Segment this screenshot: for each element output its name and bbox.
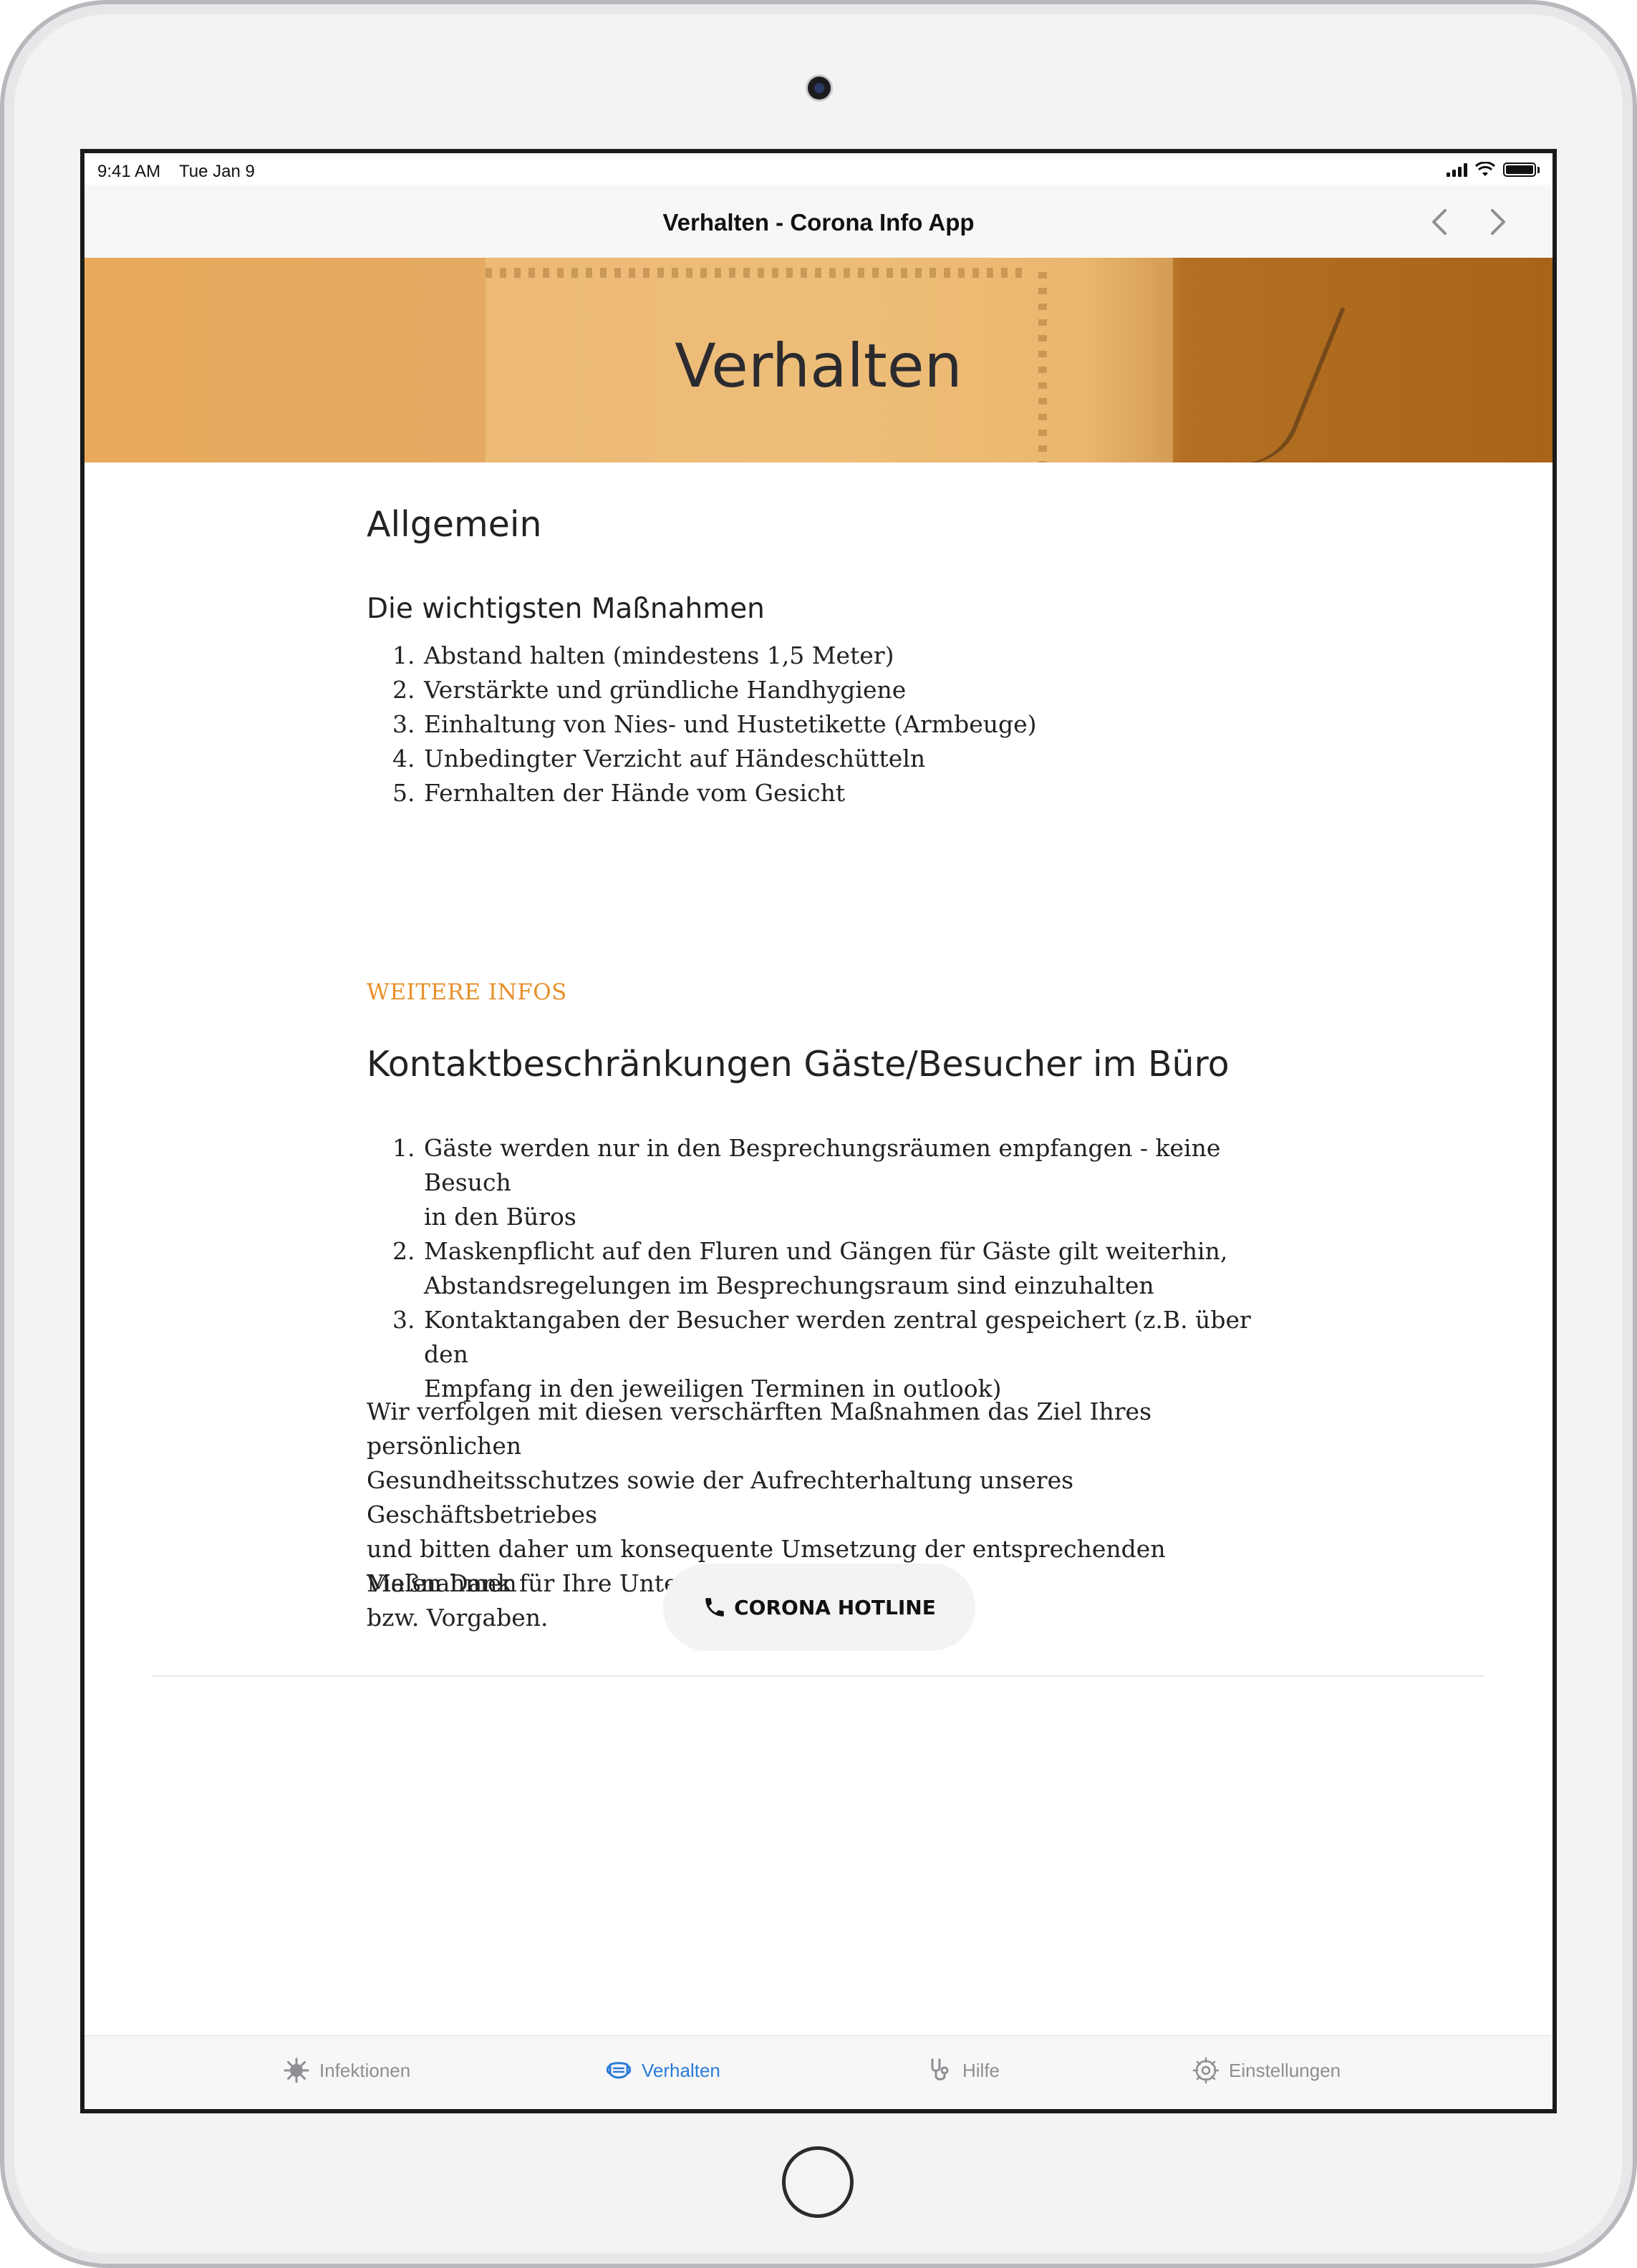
list-item: 1. Gäste werden nur in den Besprechungsrä…	[392, 1134, 1221, 1231]
list-item: 1. Abstand halten (mindestens 1,5 Meter)	[392, 641, 894, 669]
section-subtitle-massnahmen: Die wichtigsten Maßnahmen	[367, 593, 765, 625]
paragraph-line: Wir verfolgen mit diesen verschärften Ma…	[367, 1397, 1152, 1460]
status-indicators	[1447, 162, 1540, 178]
mask-icon	[606, 2062, 632, 2079]
list-item: 3. Einhaltung von Nies- und Hustetikette …	[392, 710, 1037, 738]
tab-verhalten[interactable]: Verhalten	[604, 2056, 720, 2085]
paragraph-line: bzw. Vorgaben.	[367, 1604, 549, 1632]
list-item-text: Abstand halten (mindestens 1,5 Meter)	[424, 641, 894, 669]
list-item-text: Einhaltung von Nies- und Hustetikette (A…	[424, 710, 1037, 738]
battery-icon	[1503, 163, 1536, 177]
tab-label: Hilfe	[962, 2059, 1000, 2081]
hero-mask-stitching	[486, 268, 1030, 278]
tab-label: Verhalten	[642, 2059, 720, 2081]
status-time: 9:41 AM	[97, 162, 161, 181]
corona-hotline-button[interactable]: CORONA HOTLINE	[663, 1564, 975, 1651]
list-item-text: Abstandsregelungen im Besprechungsraum s…	[424, 1271, 1154, 1299]
list-item: 2. Maskenpflicht auf den Fluren und Gänge…	[392, 1237, 1228, 1299]
home-button[interactable]	[782, 2146, 854, 2218]
app-screen: 9:41 AM Tue Jan 9 Verhalten - Corona Inf…	[84, 153, 1553, 2109]
gear-icon	[1192, 2057, 1220, 2084]
content-divider	[152, 1675, 1484, 1677]
list-item-text: in den Büros	[424, 1203, 576, 1231]
section-title-kontakt: Kontaktbeschränkungen Gäste/Besucher im …	[367, 1044, 1230, 1085]
tab-bar: Infektionen Verhalten Hilfe Einstellunge…	[84, 2035, 1553, 2109]
list-item: 2. Verstärkte und gründliche Handhygiene	[392, 676, 907, 704]
nav-title: Verhalten - Corona Info App	[662, 209, 975, 236]
device-screen: 9:41 AM Tue Jan 9 Verhalten - Corona Inf…	[80, 149, 1557, 2113]
hero-title: Verhalten	[675, 331, 962, 401]
stethoscope-icon	[931, 2058, 949, 2080]
status-date: Tue Jan 9	[179, 162, 255, 181]
hero-banner: Verhalten	[84, 258, 1553, 462]
section-title-allgemein: Allgemein	[367, 504, 542, 545]
paragraph-line: Gesundheitsschutzes sowie der Aufrechter…	[367, 1466, 1074, 1528]
navigation-bar: Verhalten - Corona Info App	[84, 185, 1553, 258]
list-item-text: Maskenpflicht auf den Fluren und Gängen …	[424, 1237, 1228, 1265]
list-item: 5. Fernhalten der Hände vom Gesicht	[392, 779, 846, 807]
list-item-text: Gäste werden nur in den Besprechungsräum…	[424, 1134, 1221, 1196]
measures-list: 1. Abstand halten (mindestens 1,5 Meter) …	[367, 639, 1037, 810]
tab-label: Infektionen	[319, 2059, 411, 2081]
chevron-left-icon[interactable]	[1425, 206, 1454, 238]
list-item-text: Fernhalten der Hände vom Gesicht	[424, 779, 846, 807]
list-item-text: Verstärkte und gründliche Handhygiene	[424, 676, 907, 704]
tab-hilfe[interactable]: Hilfe	[925, 2056, 1000, 2085]
front-camera	[808, 77, 831, 100]
list-item: 3. Kontaktangaben der Besucher werden zen…	[392, 1306, 1251, 1402]
cellular-signal-icon	[1447, 163, 1467, 177]
list-item: 4. Unbedingter Verzicht auf Händeschüttel…	[392, 745, 926, 772]
tab-einstellungen[interactable]: Einstellungen	[1192, 2056, 1341, 2085]
virus-icon	[284, 2058, 309, 2083]
contact-rules-list: 1. Gäste werden nur in den Besprechungsrä…	[367, 1131, 1269, 1406]
list-item-text: Unbedingter Verzicht auf Händeschütteln	[424, 745, 926, 772]
tab-infektionen[interactable]: Infektionen	[282, 2056, 410, 2085]
tab-label: Einstellungen	[1229, 2059, 1341, 2081]
weitere-infos-link[interactable]: WEITERE INFOS	[367, 979, 567, 1005]
chevron-right-icon[interactable]	[1484, 206, 1512, 238]
wifi-icon	[1474, 162, 1496, 176]
hotline-label: CORONA HOTLINE	[734, 1595, 936, 1619]
battery-cap	[1537, 166, 1540, 173]
phone-icon	[705, 1598, 724, 1617]
status-bar: 9:41 AM Tue Jan 9	[84, 153, 1553, 185]
list-item-text: Kontaktangaben der Besucher werden zentr…	[424, 1306, 1251, 1368]
